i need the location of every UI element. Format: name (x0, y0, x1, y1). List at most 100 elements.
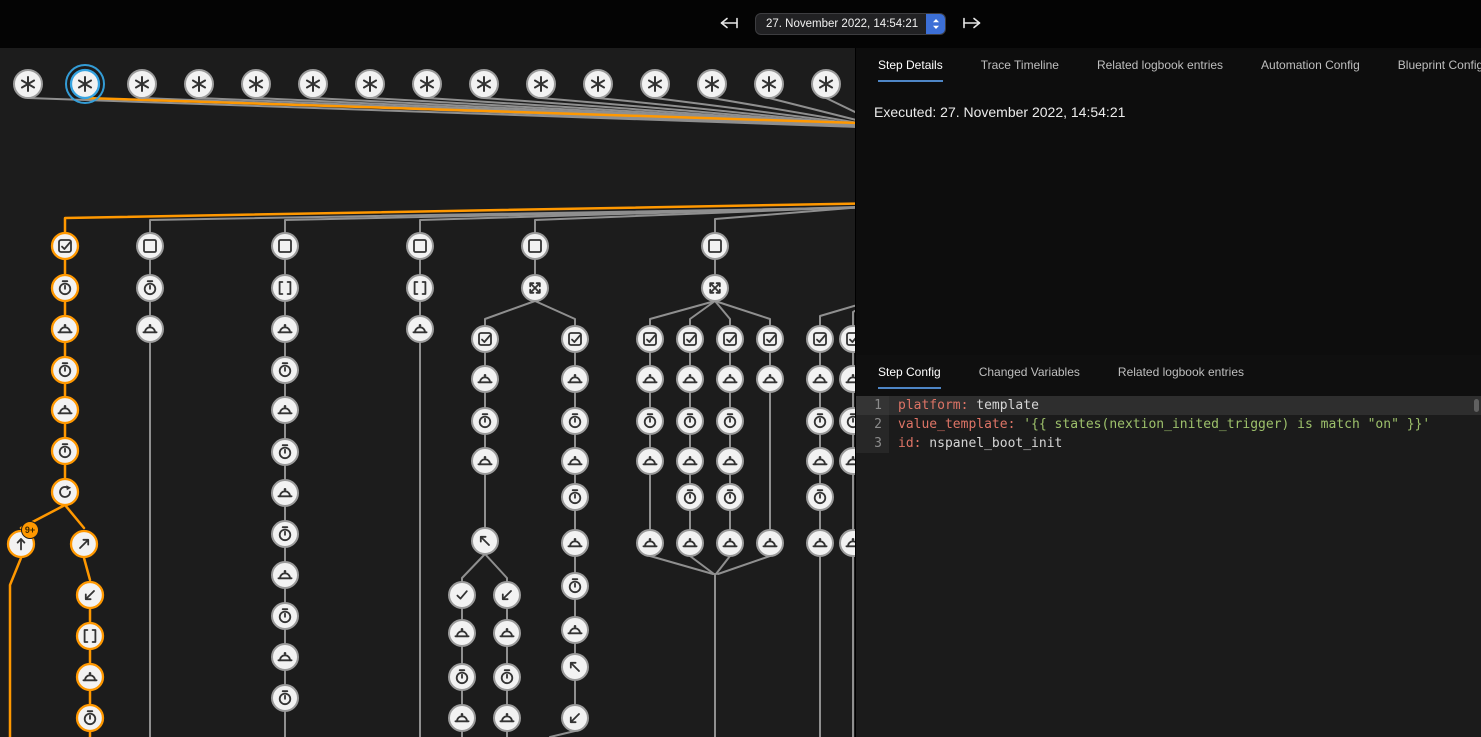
trace-node-asterisk[interactable] (584, 70, 612, 98)
trace-node-square[interactable] (702, 233, 728, 259)
trace-node-timer[interactable] (272, 685, 298, 711)
trace-node-service[interactable] (562, 617, 588, 643)
trace-node-timer[interactable] (449, 664, 475, 690)
trace-node-square[interactable] (272, 233, 298, 259)
trace-node-arrow-sw[interactable] (562, 705, 588, 731)
trace-node-timer[interactable] (717, 408, 743, 434)
trace-node-service[interactable] (717, 366, 743, 392)
trace-node-square[interactable] (522, 233, 548, 259)
trace-node-service[interactable] (717, 530, 743, 556)
trace-node-service[interactable] (472, 448, 498, 474)
trace-node-timer[interactable] (494, 664, 520, 690)
trace-node-branch[interactable] (702, 275, 728, 301)
trace-node-asterisk[interactable] (413, 70, 441, 98)
trace-node-asterisk[interactable] (641, 70, 669, 98)
trace-node-square[interactable] (407, 233, 433, 259)
next-run-button[interactable] (959, 14, 985, 35)
trace-node-square[interactable] (137, 233, 163, 259)
trace-node-timer[interactable] (562, 408, 588, 434)
trace-node-checkbox[interactable] (757, 326, 783, 352)
trace-node-checkbox[interactable] (472, 326, 498, 352)
tab-trace-timeline[interactable]: Trace Timeline (981, 48, 1059, 82)
run-select[interactable]: 27. November 2022, 14:54:21 (755, 13, 946, 35)
trace-node-service[interactable] (407, 316, 433, 342)
trace-node-asterisk[interactable] (185, 70, 213, 98)
trace-node-timer[interactable] (272, 439, 298, 465)
trace-node-timer[interactable] (562, 484, 588, 510)
trace-node-service[interactable] (677, 448, 703, 474)
trace-node-arrow-nw[interactable] (472, 528, 498, 554)
trace-node-brackets[interactable] (77, 623, 103, 649)
trace-node-timer[interactable] (472, 408, 498, 434)
trace-node-checkbox[interactable] (840, 326, 855, 352)
trace-node-service[interactable] (52, 397, 78, 423)
trace-node-service[interactable] (840, 448, 855, 474)
trace-node-service[interactable] (637, 448, 663, 474)
trace-node-service[interactable] (807, 366, 833, 392)
trace-node-service[interactable] (494, 705, 520, 731)
trace-node-timer[interactable] (272, 357, 298, 383)
trace-node-branch[interactable] (522, 275, 548, 301)
trace-node-service[interactable] (272, 562, 298, 588)
trace-node-service[interactable] (840, 530, 855, 556)
trace-node-asterisk[interactable] (755, 70, 783, 98)
trace-node-timer[interactable] (562, 573, 588, 599)
trace-node-service[interactable] (449, 705, 475, 731)
trace-node-asterisk[interactable] (128, 70, 156, 98)
trace-node-timer[interactable] (272, 603, 298, 629)
trace-node-asterisk[interactable] (356, 70, 384, 98)
tab-step-details[interactable]: Step Details (878, 48, 943, 82)
trace-node-service[interactable] (757, 366, 783, 392)
trace-node-service[interactable] (677, 530, 703, 556)
trace-node-asterisk[interactable] (299, 70, 327, 98)
editor-scrollbar[interactable] (1474, 399, 1479, 412)
trace-node-service[interactable] (637, 530, 663, 556)
trace-node-arrow-sw[interactable] (494, 582, 520, 608)
trace-node-timer[interactable] (677, 408, 703, 434)
trace-node-service[interactable] (637, 366, 663, 392)
trace-node-timer[interactable] (807, 408, 833, 434)
trace-graph[interactable]: 9+ (0, 48, 855, 737)
trace-node-service[interactable] (272, 397, 298, 423)
trace-node-service[interactable] (677, 366, 703, 392)
trace-node-timer[interactable] (52, 438, 78, 464)
trace-node-timer[interactable] (137, 275, 163, 301)
trace-node-service[interactable] (807, 530, 833, 556)
yaml-code-editor[interactable]: 1 platform: template 2 value_template: '… (856, 396, 1481, 737)
trace-node-timer[interactable] (807, 484, 833, 510)
trace-node-asterisk[interactable] (470, 70, 498, 98)
trace-node-checkbox[interactable] (637, 326, 663, 352)
trace-node-checkbox[interactable] (717, 326, 743, 352)
trace-node-asterisk[interactable] (698, 70, 726, 98)
trace-node-checkbox[interactable] (677, 326, 703, 352)
trace-node-service[interactable] (472, 366, 498, 392)
trace-node-service[interactable] (757, 530, 783, 556)
trace-node-service[interactable] (137, 316, 163, 342)
trace-node-timer[interactable] (272, 521, 298, 547)
trace-node-asterisk[interactable] (242, 70, 270, 98)
trace-node-timer[interactable] (637, 408, 663, 434)
trace-node-timer[interactable] (77, 705, 103, 731)
trace-node-service[interactable] (562, 366, 588, 392)
trace-node-service[interactable] (562, 530, 588, 556)
trace-node-timer[interactable] (717, 484, 743, 510)
trace-node-service[interactable] (272, 480, 298, 506)
trace-node-timer[interactable] (52, 357, 78, 383)
trace-node-brackets[interactable] (272, 275, 298, 301)
trace-node-service[interactable] (717, 448, 743, 474)
trace-node-timer[interactable] (840, 408, 855, 434)
trace-node-timer[interactable] (677, 484, 703, 510)
trace-node-checkbox[interactable] (807, 326, 833, 352)
tab-step-config[interactable]: Step Config (878, 355, 941, 389)
trace-node-repeat[interactable] (52, 479, 78, 505)
trace-node-service[interactable] (494, 620, 520, 646)
trace-node-check[interactable] (449, 582, 475, 608)
tab-related-logbook-entries[interactable]: Related logbook entries (1097, 48, 1223, 82)
trace-node-arrow-nw[interactable] (562, 654, 588, 680)
trace-node-asterisk[interactable] (71, 70, 99, 98)
previous-run-button[interactable] (716, 14, 742, 35)
trace-node-service[interactable] (52, 316, 78, 342)
trace-node-asterisk[interactable] (14, 70, 42, 98)
trace-node-service[interactable] (272, 644, 298, 670)
trace-node-service[interactable] (562, 448, 588, 474)
